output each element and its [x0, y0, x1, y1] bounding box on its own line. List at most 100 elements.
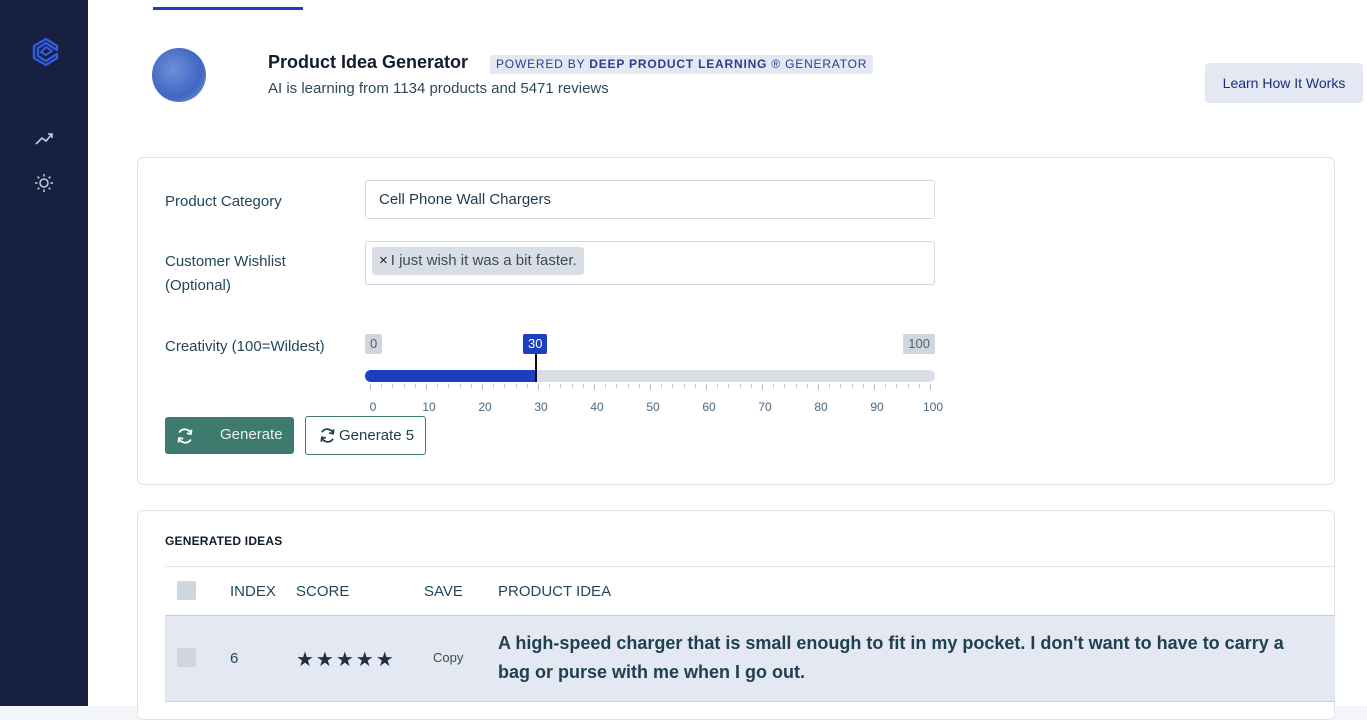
slider-tick	[728, 384, 729, 388]
logo-icon[interactable]	[30, 36, 62, 68]
sun-icon[interactable]	[33, 172, 55, 194]
section-title: GENERATED IDEAS	[165, 534, 283, 548]
slider-tick	[639, 384, 640, 388]
slider-tick	[885, 384, 886, 388]
slider-tick	[437, 384, 438, 388]
product-category-input[interactable]: Cell Phone Wall Chargers	[365, 180, 935, 219]
powered-mark: ®	[767, 57, 786, 71]
slider-tick	[404, 384, 405, 388]
star-rating: ★★★★★	[296, 649, 396, 671]
slider-tick	[493, 384, 494, 388]
active-tab-indicator	[153, 7, 303, 10]
slider-tick	[807, 384, 808, 388]
copy-button[interactable]: Copy	[433, 650, 463, 665]
generator-form-card: Product Category Cell Phone Wall Charger…	[137, 157, 1335, 485]
slider-tick	[863, 384, 864, 388]
slider-tick	[392, 384, 393, 388]
slider-tick	[381, 384, 382, 388]
generate-button[interactable]: Generate	[165, 417, 294, 454]
slider-tick-label: 100	[922, 400, 944, 414]
slider-tick-label: 0	[369, 400, 377, 414]
page-title: Product Idea Generator	[268, 52, 469, 72]
table-header: INDEX SCORE SAVE PRODUCT IDEA	[165, 566, 1335, 616]
wishlist-label: Customer Wishlist (Optional)	[165, 250, 286, 298]
remove-tag-icon[interactable]: ×	[379, 252, 388, 269]
column-header-product-idea[interactable]: PRODUCT IDEA	[498, 583, 611, 600]
row-checkbox[interactable]	[177, 648, 196, 667]
slider-tick	[583, 384, 584, 388]
slider-tick-label: 50	[646, 400, 660, 414]
slider-tick	[706, 384, 707, 390]
powered-suffix: GENERATOR	[785, 57, 868, 71]
slider-tick	[471, 384, 472, 388]
slider-tick	[919, 384, 920, 388]
slider-tick	[840, 384, 841, 388]
slider-tick	[773, 384, 774, 388]
column-header-score[interactable]: SCORE	[296, 583, 349, 600]
slider-tick-label: 60	[702, 400, 716, 414]
slider-tick	[628, 384, 629, 388]
wishlist-input[interactable]: × I just wish it was a bit faster.	[365, 241, 935, 285]
slider-tick	[504, 384, 505, 388]
wishlist-tag-label: I just wish it was a bit faster.	[390, 252, 577, 269]
slider-tick	[426, 384, 427, 390]
slider-tick	[930, 384, 931, 390]
slider-tick	[784, 384, 785, 388]
slider-tick	[650, 384, 651, 390]
refresh-icon	[177, 428, 193, 444]
slider-max-label: 100	[903, 334, 935, 354]
slider-tick	[829, 384, 830, 388]
powered-brand: DEEP PRODUCT LEARNING	[589, 57, 768, 71]
select-all-checkbox[interactable]	[177, 581, 196, 600]
creativity-label: Creativity (100=Wildest)	[165, 338, 325, 355]
slider-tick	[762, 384, 763, 390]
page-subtitle: AI is learning from 1134 products and 54…	[268, 80, 609, 97]
powered-prefix: POWERED BY	[496, 57, 590, 71]
generate-5-button[interactable]: Generate 5	[305, 416, 426, 455]
generate-button-label: Generate	[220, 426, 283, 443]
slider-tick-label: 10	[422, 400, 436, 414]
sidebar	[0, 0, 88, 706]
slider-tick	[527, 384, 528, 388]
slider-min-label: 0	[365, 334, 383, 354]
main-content: Product Idea Generator POWERED BY DEEP P…	[88, 0, 1367, 720]
slider-tick	[549, 384, 550, 388]
learn-how-it-works-button[interactable]: Learn How It Works	[1205, 63, 1363, 103]
row-index: 6	[230, 650, 239, 667]
slider-tick-label: 90	[870, 400, 884, 414]
slider-tick	[684, 384, 685, 388]
wishlist-label-line1: Customer Wishlist	[165, 253, 286, 270]
slider-tick	[818, 384, 819, 390]
slider-tick	[874, 384, 875, 390]
slider-tick	[572, 384, 573, 388]
slider-tick	[695, 384, 696, 388]
slider-value-label: 30	[523, 334, 548, 354]
column-header-index[interactable]: INDEX	[230, 583, 276, 600]
slider-tick	[370, 384, 371, 390]
slider-tick-label: 40	[590, 400, 604, 414]
slider-tick-label: 20	[478, 400, 492, 414]
slider-tick	[594, 384, 595, 390]
slider-tick-label: 30	[534, 400, 548, 414]
slider-tick-label: 70	[758, 400, 772, 414]
column-header-save[interactable]: SAVE	[424, 583, 463, 600]
slider-tick	[560, 384, 561, 388]
slider-tick	[796, 384, 797, 388]
slider-tick	[896, 384, 897, 388]
slider-tick	[448, 384, 449, 388]
slider-tick	[740, 384, 741, 388]
product-category-value: Cell Phone Wall Chargers	[379, 191, 552, 208]
trending-up-icon[interactable]	[33, 128, 55, 150]
wishlist-tag: × I just wish it was a bit faster.	[372, 247, 584, 275]
slider-tick	[415, 384, 416, 388]
slider-tick	[717, 384, 718, 388]
slider-tick	[908, 384, 909, 388]
slider-handle[interactable]	[535, 354, 537, 382]
slider-tick	[852, 384, 853, 388]
table-row[interactable]: 6 ★★★★★ Copy A high-speed charger that i…	[165, 616, 1335, 702]
powered-by-badge: POWERED BY DEEP PRODUCT LEARNING ® GENER…	[490, 55, 874, 74]
creativity-slider[interactable]: 0 100 30 0 10 20 30 40 50 60 70 80 90 100	[365, 333, 943, 414]
generate-5-button-label: Generate 5	[339, 427, 415, 444]
slider-tick	[605, 384, 606, 388]
generated-ideas-card: GENERATED IDEAS INDEX SCORE SAVE PRODUCT…	[137, 510, 1335, 720]
